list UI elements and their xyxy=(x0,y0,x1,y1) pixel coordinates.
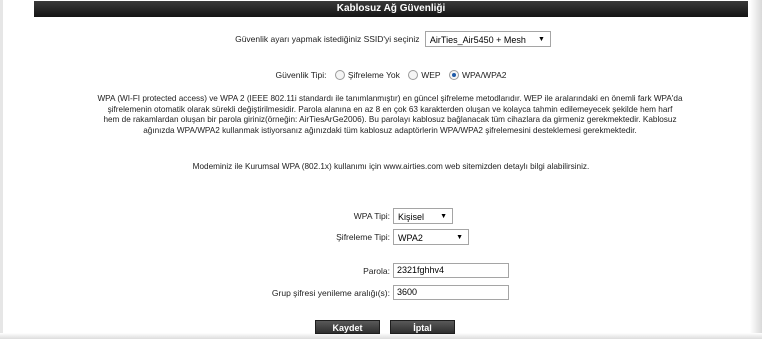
radio-no-encryption[interactable] xyxy=(334,69,345,80)
bottom-edge xyxy=(0,333,762,339)
security-panel: Kablosuz Ağ Güvenliği Güvenlik ayarı yap… xyxy=(0,0,762,339)
ssid-row: Güvenlik ayarı yapmak istediğiniz SSID'y… xyxy=(36,31,750,47)
ssid-label: Güvenlik ayarı yapmak istediğiniz SSID'y… xyxy=(235,34,420,44)
radio-wep[interactable] xyxy=(408,69,419,80)
encryption-type-select-value: WPA2 xyxy=(398,233,423,243)
description-line: ağınızda WPA/WPA2 kullanmak istiyorsanız… xyxy=(143,125,637,135)
right-edge xyxy=(750,0,762,339)
ssid-select[interactable]: AirTies_Air5450 + Mesh ▼ xyxy=(424,31,551,47)
chevron-down-icon: ▼ xyxy=(440,213,447,220)
group-key-interval-field[interactable]: 3600 xyxy=(393,285,509,300)
cancel-button[interactable]: İptal xyxy=(390,320,455,334)
group-key-interval-label: Grup şifresi yenileme aralığı(s): xyxy=(271,288,390,298)
radio-wep-label: WEP xyxy=(421,69,441,80)
description-line: şifrelemenin otomatik olarak sürekli değ… xyxy=(107,104,673,114)
wpa-type-label: WPA Tipi: xyxy=(353,211,390,221)
description-paragraph: WPA (WI-FI protected access) ve WPA 2 (I… xyxy=(60,94,720,136)
wpa-type-select[interactable]: Kişisel ▼ xyxy=(393,208,453,224)
save-button[interactable]: Kaydet xyxy=(315,320,380,334)
radio-wpa-wpa2[interactable] xyxy=(448,69,459,80)
ssid-select-value: AirTies_Air5450 + Mesh xyxy=(429,35,526,45)
chevron-down-icon: ▼ xyxy=(456,234,463,241)
radio-wpa-wpa2-label: WPA/WPA2 xyxy=(461,69,507,80)
password-field[interactable]: 2321fghhv4 xyxy=(393,263,509,278)
chevron-down-icon: ▼ xyxy=(537,36,545,43)
enterprise-note: Modeminiz ile Kurumsal WPA (802.1x) kull… xyxy=(192,162,590,171)
encryption-type-select[interactable]: WPA2 ▼ xyxy=(393,229,469,245)
left-edge xyxy=(0,0,3,339)
password-label: Parola: xyxy=(363,266,390,276)
page-title: Kablosuz Ağ Güvenliği xyxy=(34,1,748,17)
radio-no-encryption-label: Şifreleme Yok xyxy=(347,69,400,80)
encryption-type-label: Şifreleme Tipi: xyxy=(336,232,390,242)
description-line: WPA (WI-FI protected access) ve WPA 2 (I… xyxy=(97,94,683,103)
security-type-row: Güvenlik Tipi: Şifreleme Yok WEP WPA/WPA… xyxy=(34,69,748,80)
security-type-label: Güvenlik Tipi: xyxy=(275,69,327,80)
description-line: hem de rakamlardan oluşan bir parola gir… xyxy=(103,115,677,125)
wpa-type-select-value: Kişisel xyxy=(398,212,425,222)
